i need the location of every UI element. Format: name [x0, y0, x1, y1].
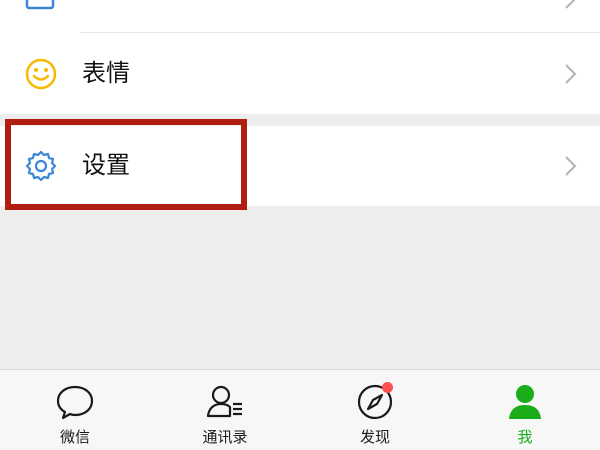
notification-dot [382, 382, 393, 393]
tab-label: 通讯录 [202, 428, 248, 446]
chat-bubble-icon [55, 382, 95, 422]
chevron-right-icon [564, 63, 578, 85]
tab-label: 发现 [359, 428, 390, 446]
menu-item-settings[interactable]: 设置 [0, 126, 600, 206]
person-icon [505, 382, 545, 422]
chevron-right-icon [564, 155, 578, 177]
tab-label: 微信 [59, 428, 90, 446]
me-page: 表情 设置 微信 通讯录 发现 我 [0, 0, 600, 450]
menu-item-wallet[interactable] [0, 0, 600, 33]
tab-label: 我 [517, 428, 533, 446]
chevron-right-icon [564, 0, 578, 10]
tab-contacts[interactable]: 通讯录 [150, 370, 300, 450]
wallet-icon [24, 0, 58, 18]
menu-item-label: 设置 [82, 151, 130, 179]
gear-icon [24, 149, 58, 183]
menu-item-label: 表情 [82, 59, 130, 87]
menu-item-emoji[interactable]: 表情 [0, 33, 600, 114]
tab-me[interactable]: 我 [450, 370, 600, 450]
tab-bar: 微信 通讯录 发现 我 [0, 369, 600, 450]
contacts-icon [205, 382, 245, 422]
tab-discover[interactable]: 发现 [300, 370, 450, 450]
tab-chats[interactable]: 微信 [0, 370, 150, 450]
emoji-icon [24, 57, 58, 91]
